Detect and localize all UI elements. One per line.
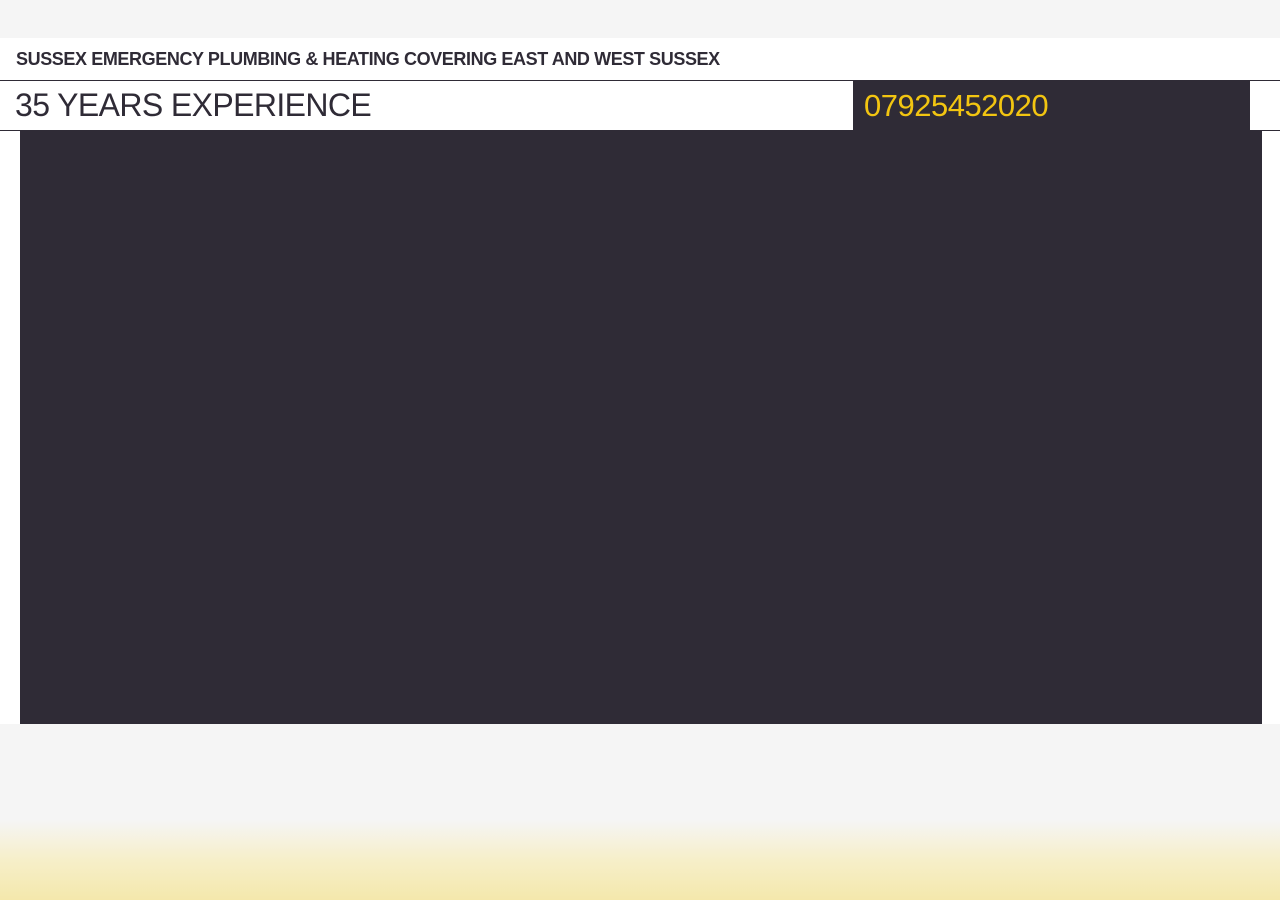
experience-contact-bar: 35 YEARS EXPERIENCE 07925452020 <box>0 81 1280 131</box>
phone-number-link[interactable]: 07925452020 <box>864 89 1049 123</box>
experience-heading: 35 YEARS EXPERIENCE <box>15 87 372 123</box>
phone-panel: 07925452020 <box>853 81 1250 131</box>
site-header: SUSSEX EMERGENCY PLUMBING & HEATING COVE… <box>0 38 1280 724</box>
hero-panel <box>20 131 1262 724</box>
site-tagline: SUSSEX EMERGENCY PLUMBING & HEATING COVE… <box>16 49 720 69</box>
top-spacing <box>0 0 1280 38</box>
page: SUSSEX EMERGENCY PLUMBING & HEATING COVE… <box>0 0 1280 900</box>
